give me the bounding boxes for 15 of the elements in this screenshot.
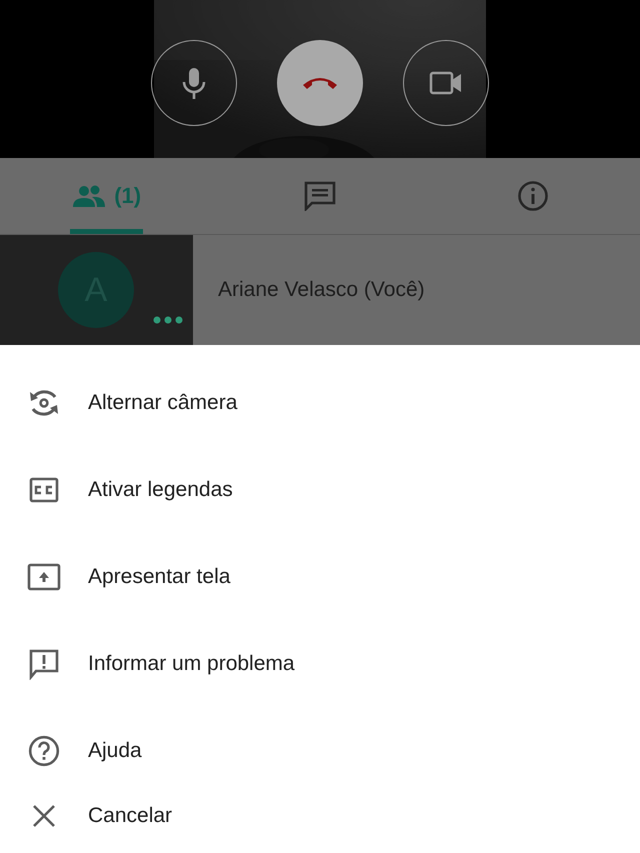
report-icon: [27, 648, 61, 680]
people-icon: [72, 185, 106, 207]
camera-button[interactable]: [403, 40, 489, 126]
phone-icon: [301, 75, 339, 91]
captions-icon: [27, 476, 61, 502]
info-icon: [517, 180, 550, 212]
dots-icon: [153, 316, 183, 324]
switch-camera-icon: [27, 388, 61, 418]
participant-name: Ariane Velasco (Você): [218, 278, 425, 302]
video-camera-icon: [429, 70, 463, 96]
present-screen-icon: [27, 562, 61, 590]
microphone-button[interactable]: [151, 40, 237, 126]
help-icon: [27, 734, 61, 766]
microphone-icon: [181, 66, 207, 100]
chat-icon: [304, 181, 336, 211]
